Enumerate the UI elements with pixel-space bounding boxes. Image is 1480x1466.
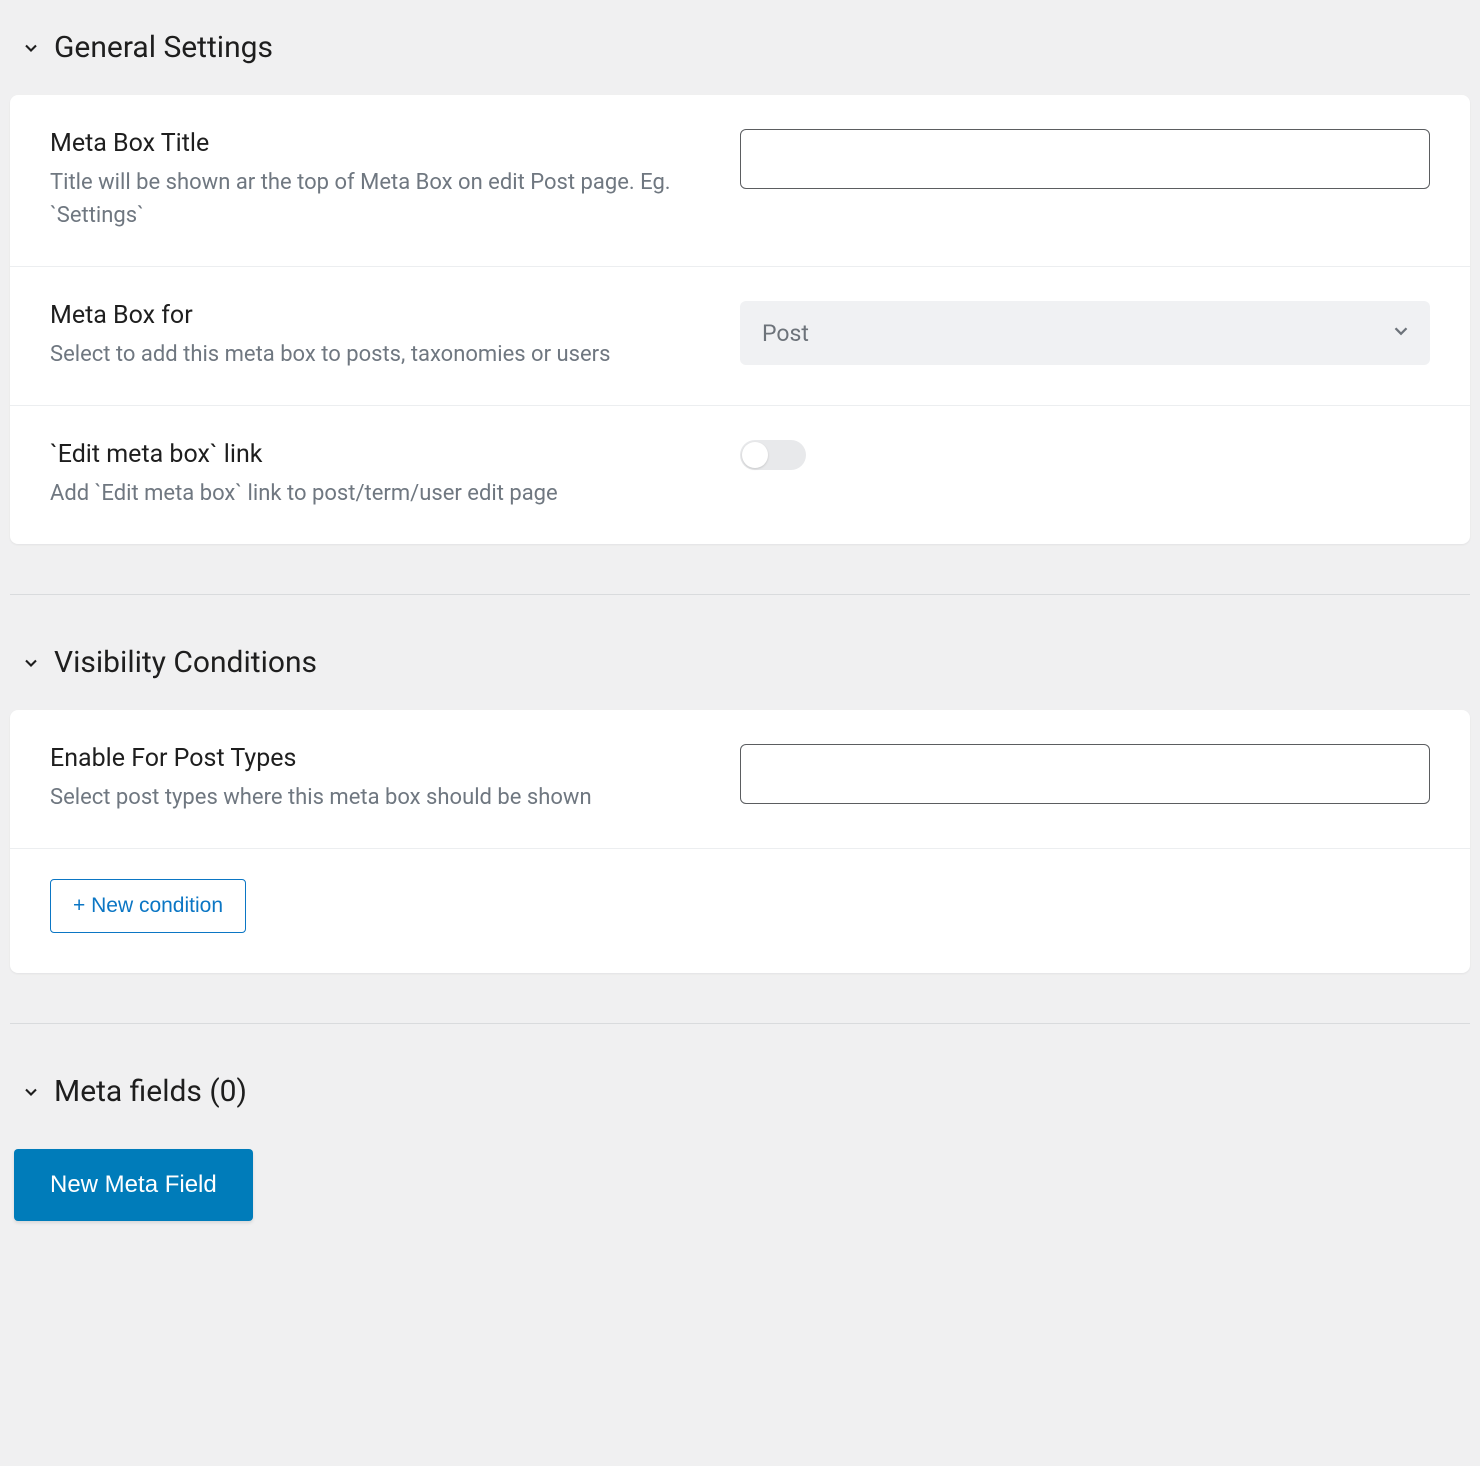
field-label: `Edit meta box` link	[50, 440, 700, 469]
row-left: `Edit meta box` link Add `Edit meta box`…	[50, 440, 740, 510]
row-edit-meta-box-link: `Edit meta box` link Add `Edit meta box`…	[10, 406, 1470, 544]
chevron-down-icon	[20, 1081, 42, 1103]
row-left: Enable For Post Types Select post types …	[50, 744, 740, 814]
chevron-down-icon	[20, 37, 42, 59]
meta-box-title-input[interactable]	[740, 129, 1430, 189]
section-title: Meta fields (0)	[54, 1074, 247, 1109]
new-meta-field-button[interactable]: New Meta Field	[14, 1149, 253, 1221]
row-right	[740, 440, 1430, 470]
section-visibility-conditions: Visibility Conditions Enable For Post Ty…	[10, 625, 1470, 973]
divider	[10, 1023, 1470, 1024]
divider	[10, 594, 1470, 595]
section-header-visibility[interactable]: Visibility Conditions	[10, 625, 1470, 710]
field-label: Meta Box Title	[50, 129, 700, 158]
row-right: Post	[740, 301, 1430, 365]
row-left: Meta Box Title Title will be shown ar th…	[50, 129, 740, 232]
enable-for-post-types-input[interactable]	[740, 744, 1430, 804]
meta-fields-actions: New Meta Field	[10, 1149, 1470, 1221]
section-title: General Settings	[54, 30, 273, 65]
row-meta-box-title: Meta Box Title Title will be shown ar th…	[10, 95, 1470, 267]
field-desc: Select to add this meta box to posts, ta…	[50, 338, 700, 371]
row-meta-box-for: Meta Box for Select to add this meta box…	[10, 267, 1470, 406]
new-condition-button[interactable]: + New condition	[50, 879, 246, 933]
row-enable-for-post-types: Enable For Post Types Select post types …	[10, 710, 1470, 849]
field-desc: Add `Edit meta box` link to post/term/us…	[50, 477, 700, 510]
meta-box-for-select-wrap: Post	[740, 301, 1430, 365]
row-right	[740, 129, 1430, 189]
field-label: Meta Box for	[50, 301, 700, 330]
section-title: Visibility Conditions	[54, 645, 317, 680]
section-header-general[interactable]: General Settings	[10, 10, 1470, 95]
field-desc: Select post types where this meta box sh…	[50, 781, 700, 814]
section-header-meta-fields[interactable]: Meta fields (0)	[10, 1054, 1470, 1139]
new-condition-row: + New condition	[10, 849, 1470, 973]
meta-box-for-select[interactable]: Post	[740, 301, 1430, 365]
field-desc: Title will be shown ar the top of Meta B…	[50, 166, 700, 232]
section-general-settings: General Settings Meta Box Title Title wi…	[10, 10, 1470, 544]
general-panel: Meta Box Title Title will be shown ar th…	[10, 95, 1470, 544]
toggle-knob	[742, 442, 768, 468]
select-value: Post	[762, 320, 809, 347]
chevron-down-icon	[20, 652, 42, 674]
row-right	[740, 744, 1430, 804]
visibility-panel: Enable For Post Types Select post types …	[10, 710, 1470, 973]
field-label: Enable For Post Types	[50, 744, 700, 773]
edit-meta-box-link-toggle[interactable]	[740, 440, 806, 470]
section-meta-fields: Meta fields (0) New Meta Field	[10, 1054, 1470, 1221]
row-left: Meta Box for Select to add this meta box…	[50, 301, 740, 371]
